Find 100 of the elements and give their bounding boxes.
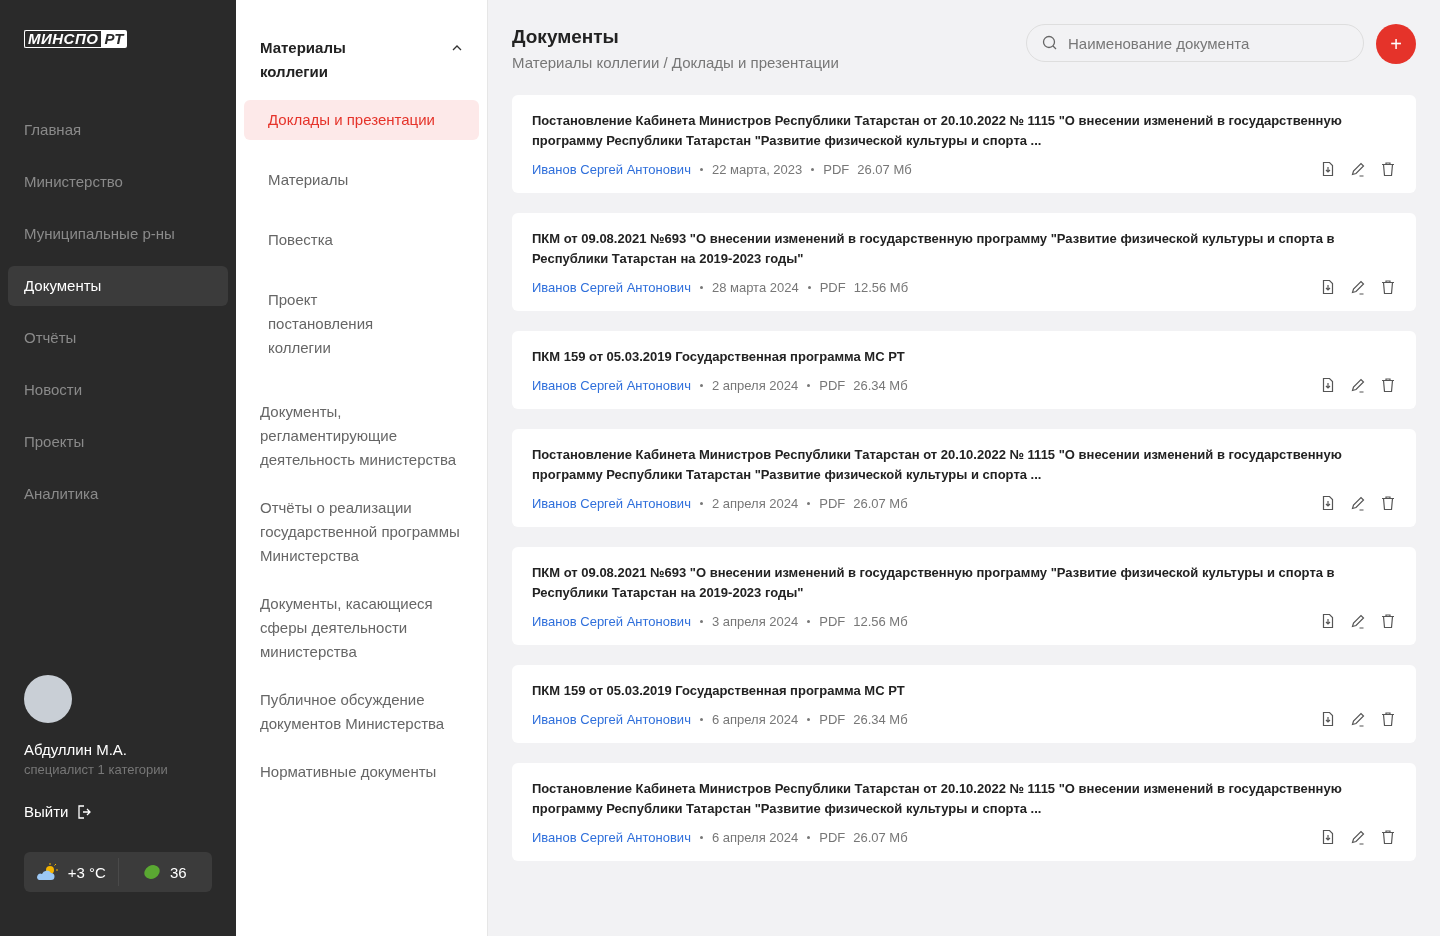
separator-dot	[699, 285, 703, 289]
separator-dot	[807, 285, 811, 289]
separator-dot	[699, 383, 703, 387]
user-name: Абдуллин М.А.	[24, 741, 128, 758]
author-link[interactable]: Иванов Сергей Антонович	[532, 377, 691, 393]
file-format: PDF	[819, 279, 846, 295]
logo-text: МИНСПО	[24, 30, 102, 48]
subcategory-item[interactable]: Повестка	[244, 220, 479, 260]
temperature-text: +3 °C	[67, 863, 106, 881]
author-link[interactable]: Иванов Сергей Антонович	[532, 829, 691, 845]
author-link[interactable]: Иванов Сергей Антонович	[532, 613, 691, 629]
separator-dot	[807, 835, 811, 839]
separator-dot	[811, 167, 815, 171]
page-title: Документы	[512, 26, 620, 48]
separator-dot	[807, 501, 811, 505]
pencil-icon[interactable]	[1350, 495, 1366, 511]
download-icon[interactable]	[1320, 613, 1336, 629]
nav-item[interactable]: Министерство	[8, 162, 228, 202]
separator-dot	[699, 167, 703, 171]
file-format: PDF	[819, 711, 846, 727]
nav-item[interactable]: Муниципальные р-ны	[8, 214, 228, 254]
trash-icon[interactable]	[1380, 829, 1396, 845]
file-size: 26.07 Мб	[857, 161, 912, 177]
file-size: 26.07 Мб	[853, 829, 908, 845]
pencil-icon[interactable]	[1350, 711, 1366, 727]
category-item[interactable]: Отчёты о реализации государственной программы Министерства	[244, 484, 479, 580]
trash-icon[interactable]	[1380, 279, 1396, 295]
file-format: PDF	[819, 495, 846, 511]
nav-item[interactable]: Новости	[8, 370, 228, 410]
download-icon[interactable]	[1320, 711, 1336, 727]
pencil-icon[interactable]	[1350, 161, 1366, 177]
document-date: 22 марта, 2023	[711, 161, 803, 177]
category-item[interactable]: Документы, регламентирующие деятельность министерства	[244, 388, 479, 484]
logout-link[interactable]: Выйти	[24, 803, 228, 820]
search-field[interactable]: Наименование документа	[1026, 24, 1364, 62]
trash-icon[interactable]	[1380, 495, 1396, 511]
avatar	[24, 675, 72, 723]
download-icon[interactable]	[1320, 495, 1336, 511]
document-title[interactable]: Постановление Кабинета Министров Республики Татарстан от 20.10.2022 № 1115 "О внесении изменений в государственную программу Республики Татарстан "Развитие физической культуры и спорта ...	[532, 445, 1396, 485]
author-link[interactable]: Иванов Сергей Антонович	[532, 279, 691, 295]
separator-dot	[807, 717, 811, 721]
cloud-sun-icon	[35, 863, 58, 881]
author-link[interactable]: Иванов Сергей Антонович	[532, 711, 691, 727]
category-item[interactable]: Нормативные документы	[244, 748, 479, 796]
file-format: PDF	[823, 161, 850, 177]
file-size: 26.34 Мб	[853, 377, 908, 393]
separator-dot	[699, 717, 703, 721]
subcategory-item[interactable]: Материалы	[244, 160, 479, 200]
author-link[interactable]: Иванов Сергей Антонович	[532, 495, 691, 511]
file-size: 26.07 Мб	[853, 495, 908, 511]
user-role: специалист 1 категории	[24, 762, 169, 777]
separator-dot	[807, 619, 811, 623]
logo-badge: РТ	[101, 30, 127, 48]
nav-item[interactable]: Аналитика	[8, 474, 228, 514]
separator-dot	[699, 619, 703, 623]
document-date: 2 апреля 2024	[711, 495, 799, 511]
separator-dot	[807, 383, 811, 387]
eco-index-text: 36	[169, 863, 187, 881]
separator-dot	[699, 835, 703, 839]
leaf-icon	[143, 864, 160, 880]
document-date: 6 апреля 2024	[711, 829, 799, 845]
separator-dot	[699, 501, 703, 505]
trash-icon[interactable]	[1380, 711, 1396, 727]
trash-icon[interactable]	[1380, 613, 1396, 629]
file-size: 26.34 Мб	[853, 711, 908, 727]
document-date: 3 апреля 2024	[711, 613, 799, 629]
file-size: 12.56 Мб	[853, 613, 908, 629]
download-icon[interactable]	[1320, 377, 1336, 393]
trash-icon[interactable]	[1380, 161, 1396, 177]
file-format: PDF	[819, 829, 846, 845]
document-title[interactable]: ПКМ 159 от 05.03.2019 Государственная программа МС РТ	[532, 347, 1396, 367]
search-icon	[1042, 35, 1058, 51]
document-title[interactable]: ПКМ 159 от 05.03.2019 Государственная программа МС РТ	[532, 681, 1396, 701]
download-icon[interactable]	[1320, 161, 1336, 177]
download-icon[interactable]	[1320, 829, 1336, 845]
logout-icon	[76, 803, 93, 820]
file-size: 12.56 Мб	[853, 279, 909, 295]
breadcrumb: Материалы коллегии / Доклады и презентации	[512, 54, 839, 71]
category-item[interactable]: Документы, касающиеся сферы деятельности министерства	[244, 580, 479, 676]
document-title[interactable]: Постановление Кабинета Министров Республики Татарстан от 20.10.2022 № 1115 "О внесении изменений в государственную программу Республики Татарстан "Развитие физической культуры и спорта ...	[532, 111, 1396, 151]
nav-item[interactable]: Документы	[8, 266, 228, 306]
nav-item[interactable]: Проекты	[8, 422, 228, 462]
category-item[interactable]: Публичное обсуждение документов Министерства	[244, 676, 479, 748]
nav-item[interactable]: Главная	[8, 110, 228, 150]
subcategory-item[interactable]: Доклады и презентации	[244, 100, 479, 140]
document-title[interactable]: Постановление Кабинета Министров Республики Татарстан от 20.10.2022 № 1115 "О внесении изменений в государственную программу Республики Татарстан "Развитие физической культуры и спорта ...	[532, 779, 1396, 819]
trash-icon[interactable]	[1380, 377, 1396, 393]
pencil-icon[interactable]	[1350, 279, 1366, 295]
pencil-icon[interactable]	[1350, 377, 1366, 393]
document-title[interactable]: ПКМ от 09.08.2021 №693 "О внесении изменений в государственную программу "Развитие физической культуры и спорта в Республики Татарстан на 2019-2023 годы"	[532, 563, 1396, 603]
document-title[interactable]: ПКМ от 09.08.2021 №693 "О внесении изменений в государственную программу "Развитие физической культуры и спорта в Республики Татарстан на 2019-2023 годы"	[532, 229, 1396, 269]
subcategory-item[interactable]: Проект постановления коллегии	[244, 280, 479, 368]
pencil-icon[interactable]	[1350, 829, 1366, 845]
author-link[interactable]: Иванов Сергей Антонович	[532, 161, 691, 177]
add-button[interactable]: +	[1376, 24, 1416, 64]
document-date: 28 марта 2024	[711, 279, 799, 295]
pencil-icon[interactable]	[1350, 613, 1366, 629]
file-format: PDF	[819, 377, 846, 393]
download-icon[interactable]	[1320, 279, 1336, 295]
nav-item[interactable]: Отчёты	[8, 318, 228, 358]
